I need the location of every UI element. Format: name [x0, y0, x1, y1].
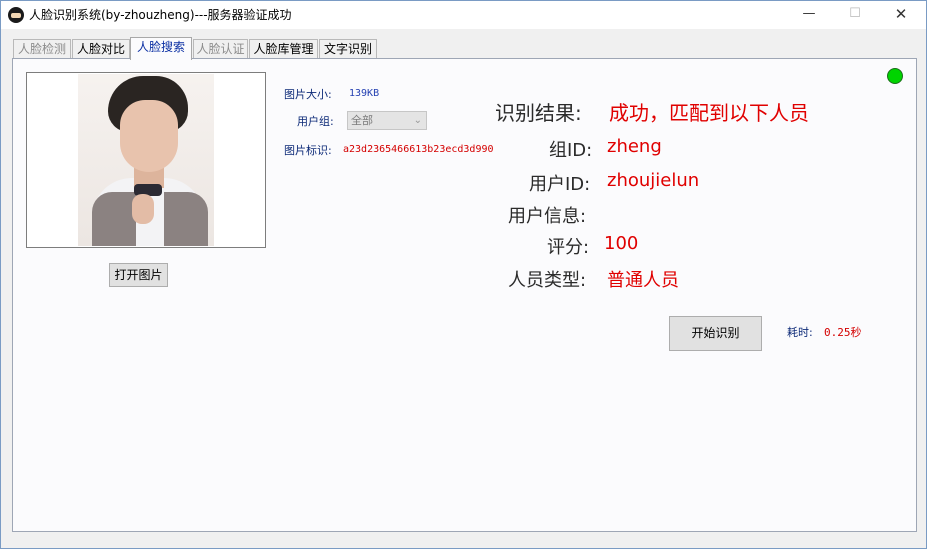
close-icon[interactable]: ✕ — [878, 1, 924, 29]
group-id-label: 组ID: — [549, 140, 593, 161]
face-photo — [78, 74, 214, 246]
app-logo-icon — [8, 7, 24, 23]
maximize-icon[interactable]: ☐ — [832, 1, 878, 29]
tab-face-db[interactable]: 人脸库管理 — [249, 39, 318, 59]
result-title-label: 识别结果: — [495, 101, 582, 125]
tab-face-compare[interactable]: 人脸对比 — [72, 39, 130, 59]
image-size-value: 139KB — [349, 88, 380, 99]
tab-face-search[interactable]: 人脸搜索 — [130, 37, 192, 60]
app-window: 人脸识别系统(by-zhouzheng)---服务器验证成功 — ☐ ✕ 人脸检… — [0, 0, 927, 549]
person-type-label: 人员类型: — [508, 270, 587, 291]
minimize-icon[interactable]: — — [786, 1, 832, 29]
user-group-label: 用户组: — [297, 115, 334, 128]
person-type-value: 普通人员 — [607, 270, 679, 291]
user-group-value: 全部 — [351, 114, 373, 127]
user-group-select[interactable]: 全部 ⌄ — [347, 111, 427, 130]
title-bar[interactable]: 人脸识别系统(by-zhouzheng)---服务器验证成功 — ☐ ✕ — [1, 1, 926, 29]
status-indicator — [887, 68, 903, 84]
tab-face-verify[interactable]: 人脸认证 — [193, 39, 248, 59]
score-value: 100 — [604, 233, 639, 254]
image-token-label: 图片标识: — [284, 144, 332, 157]
image-token-value: a23d2365466613b23ecd3d990 — [343, 144, 494, 155]
user-info-label: 用户信息: — [508, 206, 587, 227]
result-title-value: 成功，匹配到以下人员 — [609, 101, 809, 125]
image-size-label: 图片大小: — [284, 88, 332, 101]
elapsed-time-label: 耗时: — [787, 326, 813, 339]
open-image-button[interactable]: 打开图片 — [109, 263, 168, 287]
tab-ocr[interactable]: 文字识别 — [319, 39, 377, 59]
search-panel: 打开图片 图片大小: 139KB 用户组: 全部 ⌄ 图片标识: a23d236… — [12, 58, 917, 532]
chevron-down-icon: ⌄ — [413, 115, 422, 126]
group-id-value: zheng — [607, 136, 662, 157]
tab-face-detect[interactable]: 人脸检测 — [13, 39, 71, 59]
window-title: 人脸识别系统(by-zhouzheng)---服务器验证成功 — [29, 8, 292, 22]
elapsed-time-value: 0.25秒 — [824, 326, 862, 339]
user-id-value: zhoujielun — [607, 170, 700, 191]
user-id-label: 用户ID: — [529, 174, 591, 195]
score-label: 评分: — [547, 237, 590, 258]
start-recognition-button[interactable]: 开始识别 — [669, 316, 762, 351]
image-preview — [26, 72, 266, 248]
